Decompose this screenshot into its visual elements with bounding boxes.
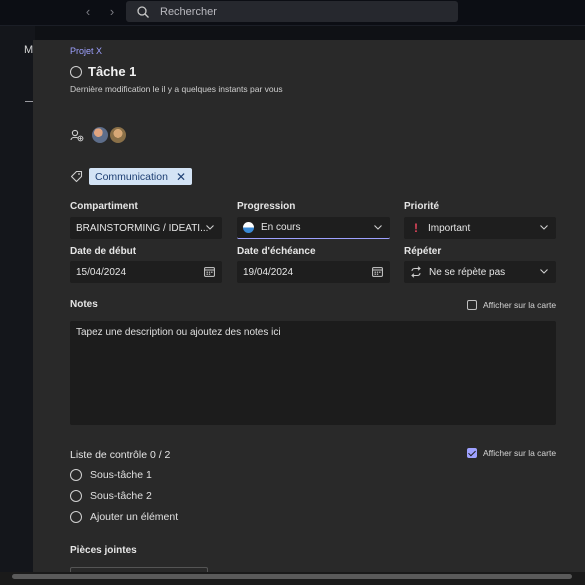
add-checklist-item[interactable]: Ajouter un élément [70,511,178,523]
avatar[interactable] [110,127,126,143]
due-date-label: Date d'échéance [237,246,316,257]
last-modified-text: Dernière modification le il y a quelques… [70,84,283,94]
notes-show-on-card-label: Afficher sur la carte [483,300,557,310]
bucket-label: Compartiment [70,201,138,212]
priority-value: Important [428,222,471,234]
label-chip-text: Communication [95,170,168,183]
forward-arrow-icon[interactable]: › [102,3,122,21]
chevron-down-icon [374,225,382,230]
background-board [0,26,35,585]
notes-show-on-card-checkbox[interactable] [467,300,477,310]
progress-value: En cours [261,222,301,233]
bucket-dropdown[interactable]: BRAINSTORMING / IDEATI... [70,217,222,239]
chevron-down-icon [206,225,214,230]
notes-placeholder: Tapez une description ou ajoutez des not… [76,327,281,338]
remove-label-icon[interactable]: ✕ [176,170,186,184]
progress-dropdown[interactable]: En cours [237,217,390,239]
tag-icon[interactable] [70,170,83,183]
add-checklist-item-text[interactable]: Ajouter un élément [90,511,178,523]
start-date-label: Date de début [70,246,137,257]
checklist-item-checkbox[interactable] [70,469,82,481]
priority-dropdown[interactable]: ! Important [404,217,556,239]
add-item-circle-icon [70,511,82,523]
repeat-icon [411,266,421,278]
checklist-item-text[interactable]: Sous-tâche 1 [90,469,152,481]
task-details-panel: Projet X Tâche 1 Dernière modification l… [33,40,585,585]
labels-row: Communication ✕ [70,168,193,185]
background-letter: M [24,44,34,56]
repeat-label: Répéter [404,246,442,257]
checklist-show-on-card-checkbox[interactable] [467,448,477,458]
checklist-show-on-card-label: Afficher sur la carte [483,448,557,458]
in-progress-icon [243,222,254,233]
due-date-field[interactable]: 19/04/2024 [237,261,390,283]
search-input[interactable]: Rechercher [126,1,458,22]
chevron-down-icon [540,225,548,230]
title-row: Tâche 1 [70,64,136,79]
assign-user-icon[interactable] [70,128,84,142]
back-arrow-icon[interactable]: ‹ [78,3,98,21]
checklist-item-checkbox[interactable] [70,490,82,502]
top-bar: ‹ › Rechercher [0,0,585,26]
start-date-field[interactable]: 15/04/2024 [70,261,222,283]
checklist-item[interactable]: Sous-tâche 2 [70,490,152,502]
checklist-show-on-card[interactable]: Afficher sur la carte [467,448,556,458]
notes-show-on-card[interactable]: Afficher sur la carte [467,300,556,310]
assignees-row [70,127,126,143]
checklist-item-text[interactable]: Sous-tâche 2 [90,490,152,502]
complete-task-checkbox[interactable] [70,65,82,78]
chevron-down-icon [540,269,548,274]
progress-label: Progression [237,201,296,212]
project-name: Projet X [70,46,103,56]
bucket-value: BRAINSTORMING / IDEATI... [76,222,209,234]
checklist-item[interactable]: Sous-tâche 1 [70,469,152,481]
background-divider [25,101,33,102]
priority-label: Priorité [404,201,440,212]
task-title[interactable]: Tâche 1 [88,64,136,79]
calendar-icon[interactable] [372,267,383,277]
attachments-label: Pièces jointes [70,545,137,556]
notes-textarea[interactable]: Tapez une description ou ajoutez des not… [70,321,556,425]
repeat-value: Ne se répète pas [429,266,506,278]
label-chip[interactable]: Communication ✕ [89,168,193,185]
notes-label: Notes [70,299,98,310]
horizontal-scrollbar[interactable] [12,574,572,579]
start-date-value: 15/04/2024 [76,266,127,278]
repeat-dropdown[interactable]: Ne se répète pas [404,261,556,283]
avatar[interactable] [92,127,108,143]
calendar-icon[interactable] [204,267,215,277]
search-icon [137,5,149,18]
important-icon: ! [414,221,418,235]
search-placeholder: Rechercher [160,5,217,18]
checklist-label: Liste de contrôle 0 / 2 [70,449,171,461]
due-date-value: 19/04/2024 [243,266,294,278]
